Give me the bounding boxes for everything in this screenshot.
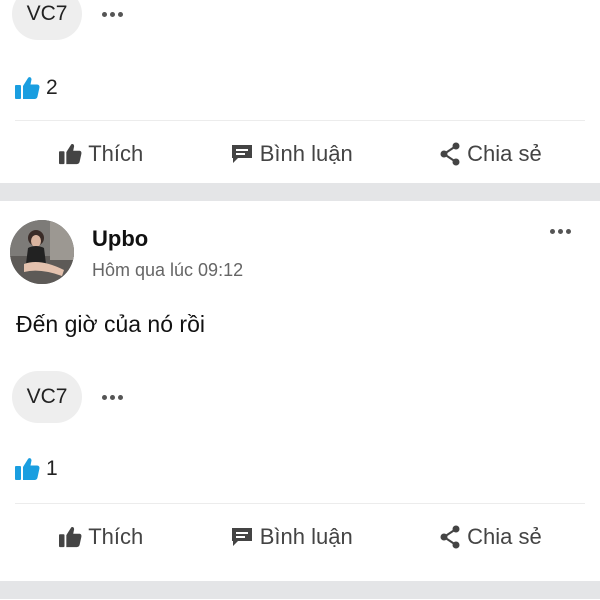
like-label: Thích <box>88 524 144 549</box>
reaction-count: 2 <box>46 76 58 99</box>
like-button[interactable]: Thích <box>58 141 143 167</box>
post-menu-icon[interactable] <box>550 221 571 241</box>
reaction-count: 1 <box>46 457 58 480</box>
author-name[interactable]: Upbo <box>92 226 243 252</box>
thumbs-up-icon <box>15 77 40 99</box>
post-content: Đến giờ của nó rồi <box>16 311 205 337</box>
comment-icon <box>231 145 252 163</box>
thumbs-up-icon <box>15 458 40 480</box>
tag-chip[interactable]: VC7 <box>12 0 82 40</box>
tag-label: VC7 <box>26 2 68 25</box>
avatar[interactable] <box>10 220 74 284</box>
post-2: Upbo Hôm qua lúc 09:12 Đến giờ của nó rồ… <box>0 201 600 581</box>
post-1: VC7 2 Thích Bình luận Chia sẻ <box>0 0 600 183</box>
share-icon <box>440 142 460 166</box>
more-options-icon[interactable] <box>102 387 123 407</box>
like-label: Thích <box>88 141 144 166</box>
thumbs-up-outline-icon <box>59 527 82 548</box>
post-header: Upbo Hôm qua lúc 09:12 <box>10 220 243 284</box>
avatar-image <box>10 220 74 284</box>
comment-icon <box>231 528 252 546</box>
thumbs-up-outline-icon <box>59 144 82 165</box>
tag-chip[interactable]: VC7 <box>12 371 82 423</box>
share-button[interactable]: Chia sẻ <box>439 524 542 550</box>
share-icon <box>440 525 460 549</box>
action-bar: Thích Bình luận Chia sẻ <box>15 120 585 187</box>
action-bar: Thích Bình luận Chia sẻ <box>15 503 585 570</box>
share-button[interactable]: Chia sẻ <box>439 141 542 167</box>
share-label: Chia sẻ <box>467 141 542 166</box>
reaction-summary[interactable]: 2 <box>14 76 58 100</box>
like-button[interactable]: Thích <box>58 524 143 550</box>
more-options-icon[interactable] <box>102 4 123 24</box>
comment-label: Bình luận <box>259 524 353 549</box>
comment-button[interactable]: Bình luận <box>230 524 353 550</box>
post-separator <box>0 581 600 599</box>
comment-label: Bình luận <box>259 141 353 166</box>
tag-label: VC7 <box>26 385 68 408</box>
share-label: Chia sẻ <box>467 524 542 549</box>
post-timestamp[interactable]: Hôm qua lúc 09:12 <box>92 260 243 281</box>
comment-button[interactable]: Bình luận <box>230 141 353 167</box>
reaction-summary[interactable]: 1 <box>14 457 58 481</box>
